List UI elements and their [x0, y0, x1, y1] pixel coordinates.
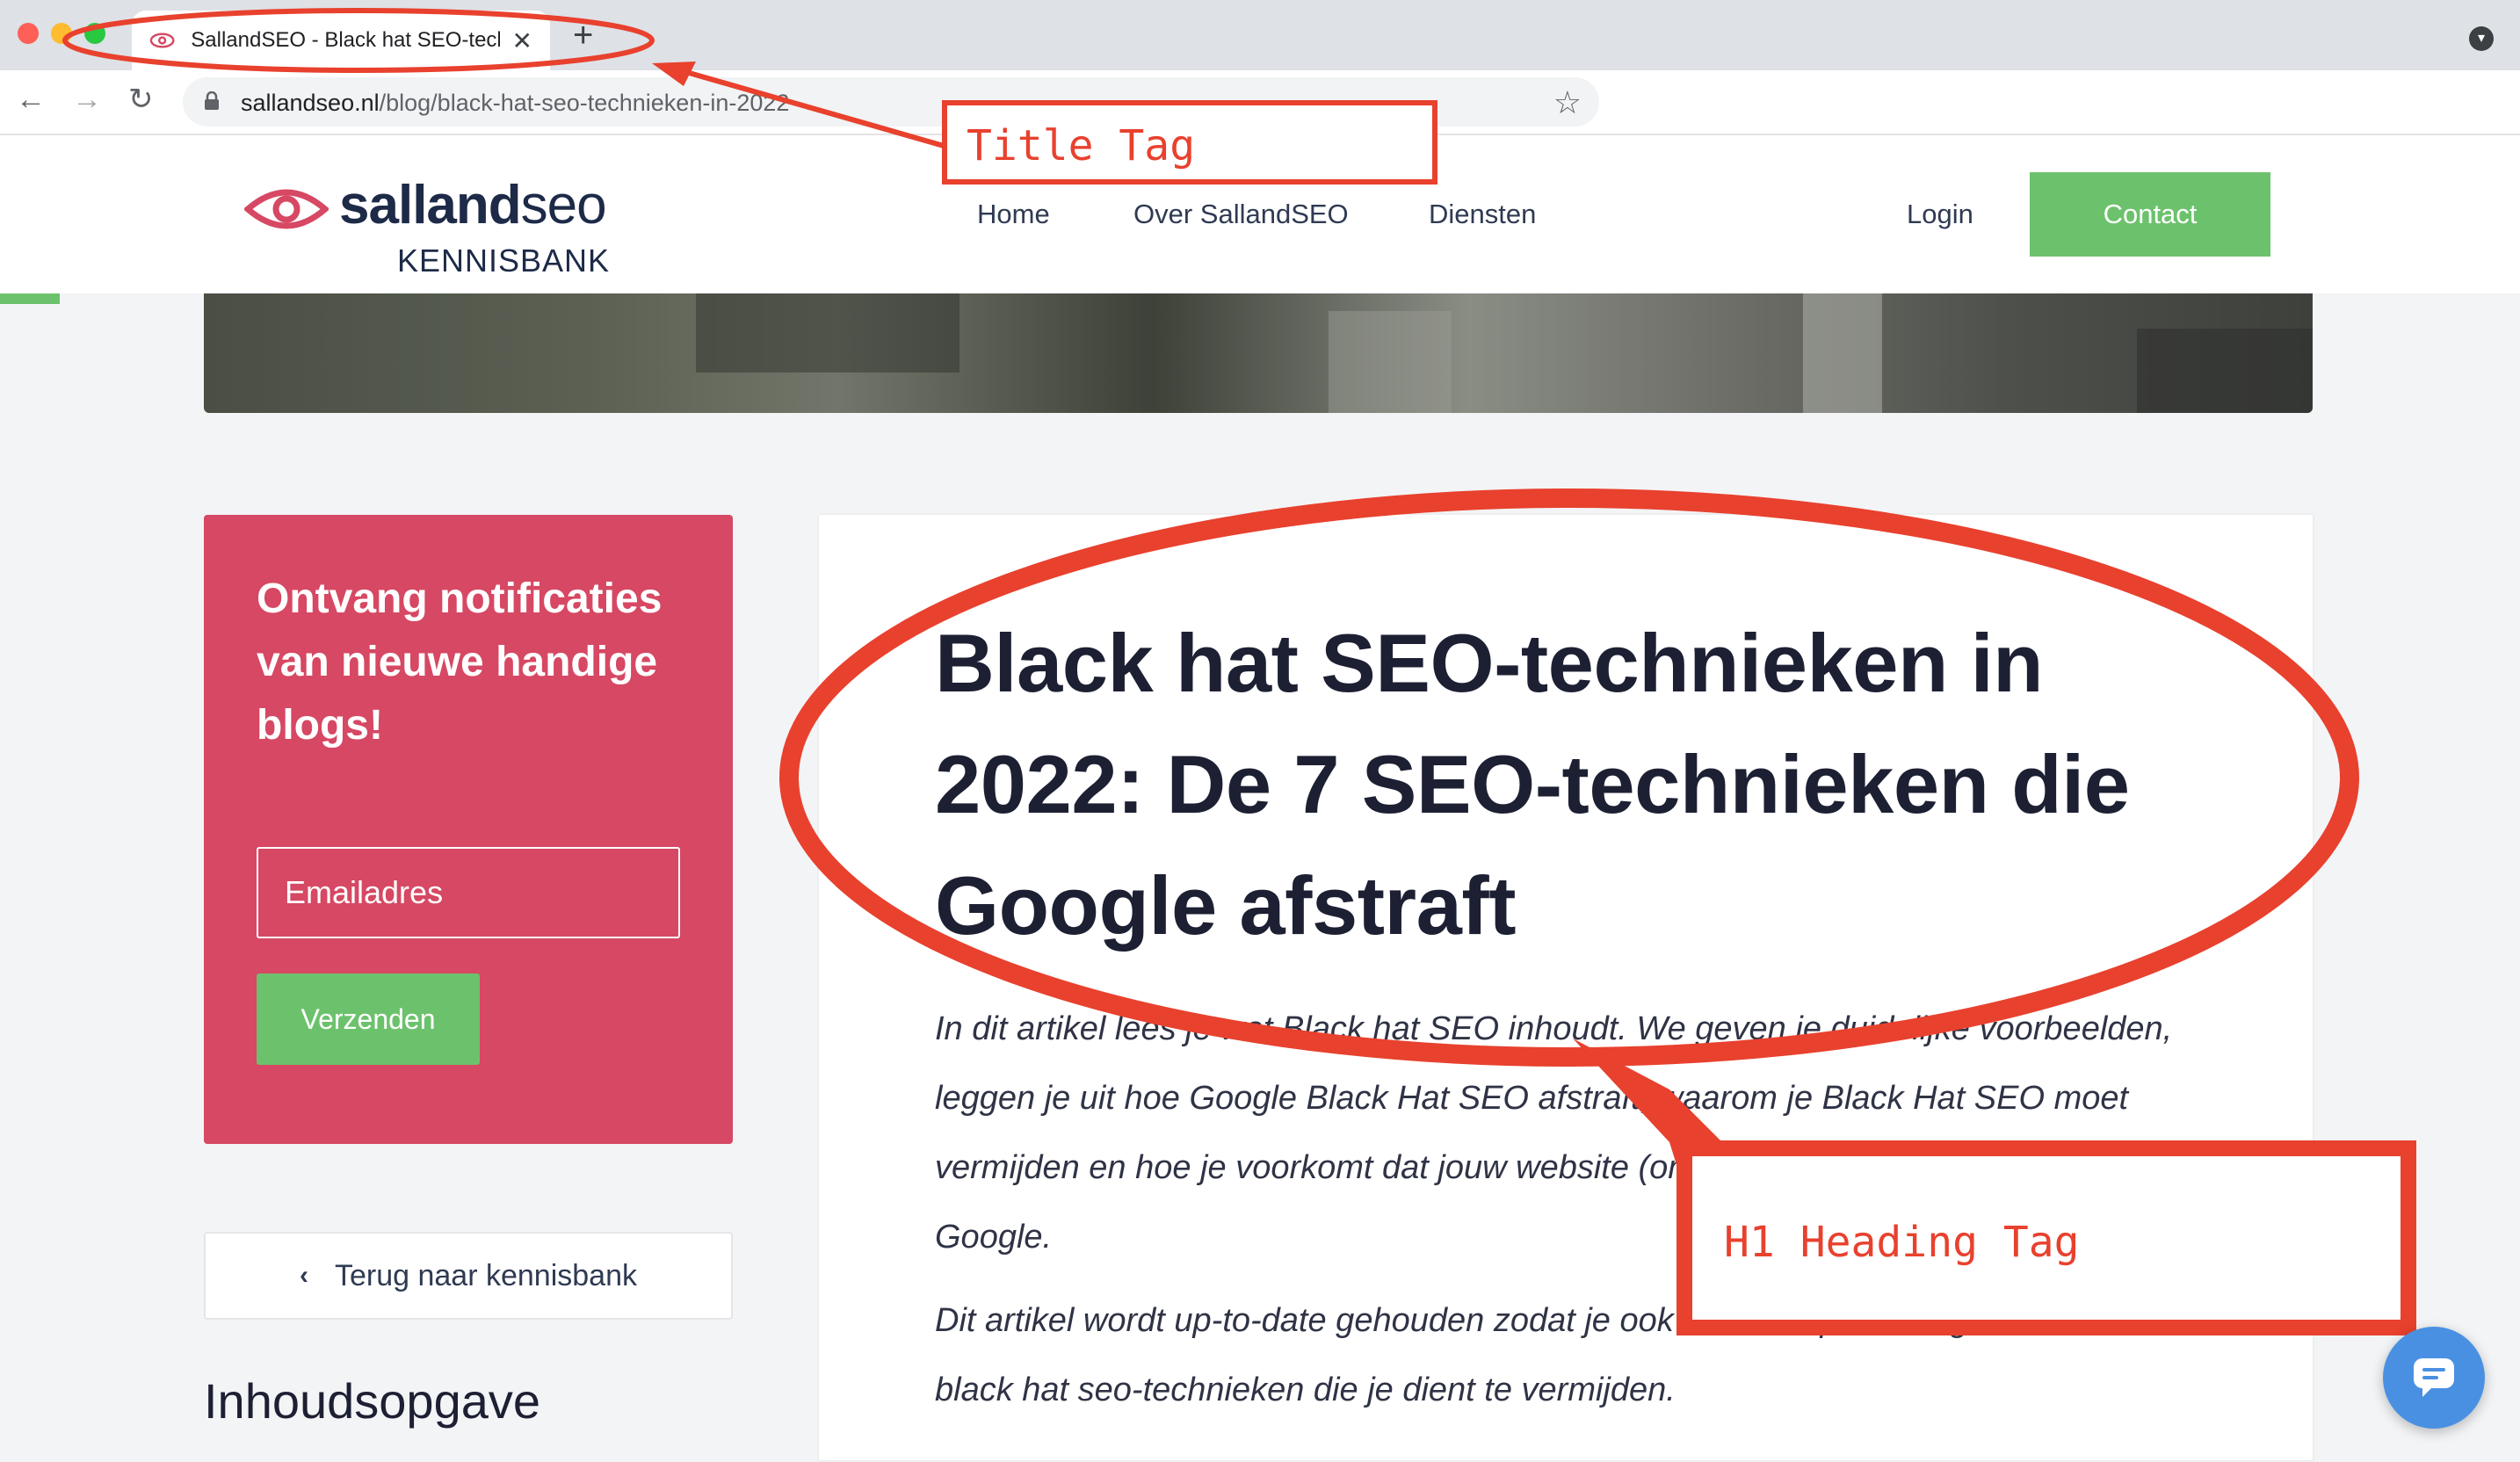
nav-diensten[interactable]: Diensten	[1429, 199, 1536, 230]
logo-subtitle: KENNISBANK	[397, 242, 611, 279]
tab-title: SallandSEO - Black hat SEO-technieken in…	[191, 28, 499, 52]
chat-bubble-icon	[2414, 1358, 2454, 1397]
browser-tab-active[interactable]: SallandSEO - Black hat SEO-technieken in…	[132, 11, 550, 70]
nav-home[interactable]: Home	[977, 199, 1050, 230]
eye-favicon-icon	[149, 33, 175, 48]
email-input[interactable]	[257, 847, 680, 938]
browser-tab-strip: SallandSEO - Black hat SEO-technieken in…	[0, 0, 2520, 70]
login-link[interactable]: Login	[1907, 199, 1973, 230]
eye-logo-icon	[244, 189, 329, 229]
h1-tag-label: H1 Heading Tag	[1724, 1218, 2080, 1267]
bookmark-star-icon[interactable]: ☆	[1553, 84, 1582, 121]
lock-icon	[205, 91, 219, 110]
contact-button[interactable]: Contact	[2030, 172, 2270, 257]
url-text[interactable]: sallandseo.nl/blog/black-hat-seo-technie…	[241, 90, 789, 117]
logo-bold: salland	[339, 175, 522, 235]
hero-shape	[1329, 311, 1452, 413]
back-arrow-icon[interactable]: ←	[16, 84, 46, 114]
newsletter-signup-box: Ontvang notificaties van nieuwe handige …	[204, 515, 733, 1144]
forward-arrow-icon[interactable]: →	[72, 84, 102, 114]
chat-widget-button[interactable]	[2383, 1327, 2485, 1429]
maximize-window-button[interactable]	[84, 23, 105, 44]
chevron-left-icon: ‹	[299, 1261, 308, 1290]
url-host: sallandseo.nl	[241, 90, 380, 116]
close-window-button[interactable]	[18, 23, 39, 44]
article-h1: Black hat SEO-technieken in 2022: De 7 S…	[935, 617, 2130, 952]
hero-shape	[2137, 329, 2313, 413]
toc-heading: Inhoudsopgave	[204, 1373, 541, 1429]
new-tab-button[interactable]: +	[573, 18, 593, 53]
newsletter-title: Ontvang notificaties van nieuwe handige …	[257, 575, 663, 749]
hero-image	[204, 293, 2313, 413]
hero-shape	[696, 293, 959, 373]
logo-light: seo	[520, 175, 607, 235]
tab-close-icon[interactable]: ✕	[512, 26, 532, 55]
reading-progress-bar	[0, 293, 60, 304]
submit-button[interactable]: Verzenden	[257, 973, 480, 1065]
nav-over-sallandseo[interactable]: Over SallandSEO	[1133, 199, 1349, 230]
title-tag-label: Title Tag	[967, 121, 1196, 170]
back-button-label: Terug naar kennisbank	[334, 1258, 637, 1292]
tab-search-icon[interactable]: ▾	[2469, 26, 2494, 51]
reload-icon[interactable]: ↻	[128, 84, 154, 114]
hero-shape	[1803, 293, 1882, 413]
back-to-kennisbank-button[interactable]: ‹ Terug naar kennisbank	[204, 1232, 733, 1320]
url-path: /blog/black-hat-seo-technieken-in-2022	[379, 90, 790, 116]
minimize-window-button[interactable]	[51, 23, 72, 44]
logo-wordmark: sallandseo	[339, 174, 607, 236]
site-logo[interactable]: sallandseo KENNISBANK	[244, 162, 631, 279]
